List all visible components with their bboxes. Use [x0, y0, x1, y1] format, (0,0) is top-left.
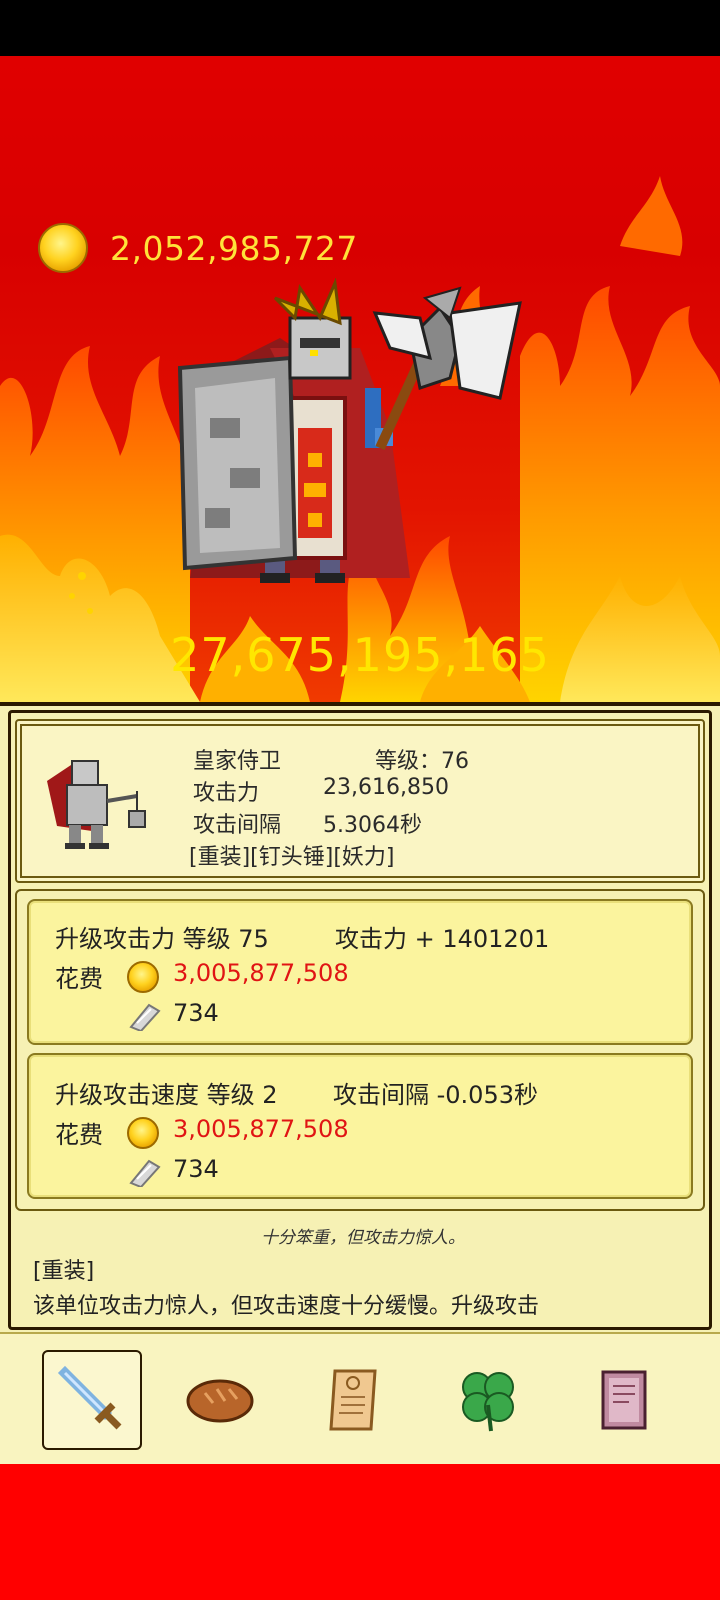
nav-food-button[interactable] [170, 1350, 270, 1450]
unit-info-card: 皇家侍卫 等级：76 攻击力 23,616,850 攻击间隔 5.3064秒 [… [15, 719, 705, 883]
book-icon [601, 1370, 647, 1430]
silver-ingot-icon [129, 1003, 161, 1031]
ingot-cost: 734 [173, 999, 219, 1027]
status-bar [0, 0, 720, 56]
total-damage-value: 27,675,195,165 [170, 628, 550, 682]
gold-coin-icon [127, 961, 159, 993]
unit-panel: 皇家侍卫 等级：76 攻击力 23,616,850 攻击间隔 5.3064秒 [… [0, 702, 720, 1332]
scroll-icon [329, 1369, 377, 1431]
upgrade-attack-title: 升级攻击力 等级 75 [55, 925, 269, 953]
flavor-text: 十分笨重，但攻击力惊人。 [261, 1228, 465, 1248]
bottom-nav [0, 1332, 720, 1464]
unit-tags: [重装][钉头锤][妖力] [189, 845, 395, 870]
nav-book-button[interactable] [574, 1350, 674, 1450]
gold-amount: 2,052,985,727 [110, 228, 358, 268]
panel-frame: 皇家侍卫 等级：76 攻击力 23,616,850 攻击间隔 5.3064秒 [… [8, 710, 712, 1330]
trait-description[interactable]: 该单位攻击力惊人，但攻击速度十分缓慢。升级攻击 [33, 1288, 539, 1320]
silver-ingot-icon [129, 1159, 161, 1187]
gold-counter: 2,052,985,727 [38, 222, 358, 274]
upgrade-list: 升级攻击力 等级 75 攻击力 + 1401201 花费 3,005,877,5… [15, 889, 705, 1211]
royal-guard-sprite[interactable] [160, 278, 560, 618]
upgrade-speed-effect: 攻击间隔 -0.053秒 [333, 1081, 538, 1109]
battle-scene[interactable]: 2,052,985,727 27,675,195,165 [0, 56, 720, 702]
cost-label: 花费 [55, 965, 103, 993]
interval-label: 攻击间隔 [193, 813, 282, 838]
interval-value: 5.3064秒 [323, 813, 422, 838]
ingot-cost: 734 [173, 1155, 219, 1183]
bottom-red-area [0, 1464, 720, 1600]
upgrade-speed-title: 升级攻击速度 等级 2 [55, 1081, 278, 1109]
unit-level: 等级：76 [375, 749, 469, 774]
gold-coin-icon [38, 223, 88, 273]
attack-label: 攻击力 [193, 781, 260, 806]
clover-icon [462, 1372, 514, 1432]
nav-luck-button[interactable] [438, 1350, 538, 1450]
unit-name: 皇家侍卫 [193, 749, 282, 774]
upgrade-attack-button[interactable]: 升级攻击力 等级 75 攻击力 + 1401201 花费 3,005,877,5… [27, 899, 693, 1045]
nav-units-button[interactable] [42, 1350, 142, 1450]
gold-cost: 3,005,877,508 [173, 959, 349, 987]
gold-coin-icon [127, 1117, 159, 1149]
bread-icon [186, 1379, 254, 1423]
nav-scroll-button[interactable] [305, 1350, 405, 1450]
upgrade-speed-button[interactable]: 升级攻击速度 等级 2 攻击间隔 -0.053秒 花费 3,005,877,50… [27, 1053, 693, 1199]
cost-label: 花费 [55, 1121, 103, 1149]
gold-cost: 3,005,877,508 [173, 1115, 349, 1143]
royal-guard-portrait [47, 760, 146, 849]
upgrade-attack-effect: 攻击力 + 1401201 [335, 925, 550, 953]
attack-value: 23,616,850 [323, 775, 449, 800]
trait-title: [重装] [33, 1259, 95, 1284]
sword-icon [57, 1365, 122, 1430]
